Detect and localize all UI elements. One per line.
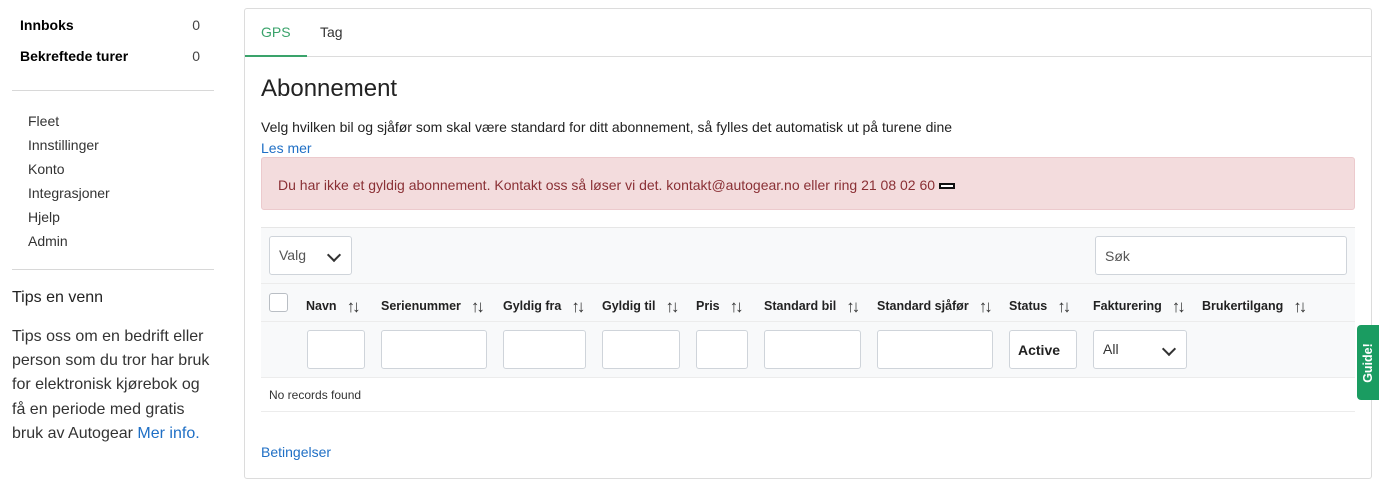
table-filter-row: All [261, 321, 1355, 377]
sort-icon[interactable]: ↑↓ [730, 297, 744, 317]
filter-valid-from-input[interactable] [503, 330, 586, 369]
guide-label: Guide! [1361, 342, 1375, 383]
sidebar-item-settings[interactable]: Innstillinger [28, 133, 110, 157]
sidebar-item-integrations[interactable]: Integrasjoner [28, 181, 110, 205]
sort-icon[interactable]: ↑↓ [347, 297, 361, 317]
column-header-price[interactable]: Pris ↑↓ [696, 295, 744, 317]
column-label: Serienummer [381, 299, 461, 313]
sidebar-nav: Fleet Innstillinger Konto Integrasjoner … [28, 109, 110, 253]
actions-select-value: Valg [279, 247, 306, 263]
column-label: Standard sjåfør [877, 299, 969, 313]
filter-serial-input[interactable] [381, 330, 487, 369]
chevron-down-icon [326, 247, 342, 263]
tips-text: Tips oss om en bedrift eller person som … [12, 325, 217, 446]
filter-default-car-input[interactable] [764, 330, 861, 369]
empty-message: No records found [261, 377, 1355, 412]
tab-gps[interactable]: GPS [245, 9, 307, 57]
tab-tag[interactable]: Tag [304, 9, 359, 57]
sort-icon[interactable]: ↑↓ [571, 297, 585, 317]
actions-select[interactable]: Valg [269, 236, 352, 275]
sort-icon[interactable]: ↑↓ [471, 297, 485, 317]
filter-billing-select[interactable]: All [1093, 330, 1187, 369]
tips-title: Tips en venn [12, 289, 104, 306]
sort-icon[interactable]: ↑↓ [1172, 297, 1186, 317]
column-label: Navn [306, 299, 337, 313]
counter-label: Innboks [20, 17, 74, 33]
filter-name-input[interactable] [307, 330, 365, 369]
sort-icon[interactable]: ↑↓ [1293, 297, 1307, 317]
column-header-default-car[interactable]: Standard bil ↑↓ [764, 295, 860, 317]
counter-value: 0 [192, 48, 200, 64]
sidebar-counter-confirmed-trips[interactable]: Bekreftede turer 0 [20, 48, 200, 64]
sort-icon[interactable]: ↑↓ [1057, 297, 1071, 317]
filter-default-driver-input[interactable] [877, 330, 993, 369]
subscription-card: GPS Tag Abonnement Velg hvilken bil og s… [244, 8, 1372, 479]
sidebar-item-help[interactable]: Hjelp [28, 205, 110, 229]
column-label: Brukertilgang [1202, 299, 1284, 313]
subscription-table: Valg Navn ↑↓ Serienummer ↑↓ Gyldig fra ↑↓ G… [261, 227, 1355, 412]
column-label: Status [1009, 299, 1048, 313]
select-all-checkbox[interactable] [269, 293, 288, 312]
tips-more-info-link[interactable]: Mer info. [137, 425, 199, 442]
column-header-user-access[interactable]: Brukertilgang ↑↓ [1202, 295, 1307, 317]
column-header-default-driver[interactable]: Standard sjåfør ↑↓ [877, 295, 993, 317]
search-input[interactable] [1095, 236, 1347, 275]
filter-status-input[interactable] [1009, 330, 1077, 369]
alert-text: Du har ikke et gyldig abonnement. Kontak… [278, 177, 936, 193]
sidebar-divider [12, 269, 214, 270]
terms-link[interactable]: Betingelser [261, 444, 331, 460]
column-header-valid-from[interactable]: Gyldig fra ↑↓ [503, 295, 585, 317]
page-title: Abonnement [261, 75, 398, 102]
sort-icon[interactable]: ↑↓ [846, 297, 860, 317]
sidebar-item-admin[interactable]: Admin [28, 229, 110, 253]
column-label: Gyldig til [602, 299, 656, 313]
sort-icon[interactable]: ↑↓ [979, 297, 993, 317]
counter-value: 0 [192, 17, 200, 33]
page-description: Velg hvilken bil og sjåfør som skal være… [261, 119, 953, 135]
sidebar-item-fleet[interactable]: Fleet [28, 109, 110, 133]
sort-icon[interactable]: ↑↓ [665, 297, 679, 317]
guide-button[interactable]: Guide! [1357, 325, 1379, 400]
table-header: Navn ↑↓ Serienummer ↑↓ Gyldig fra ↑↓ Gyldig… [261, 283, 1355, 321]
filter-valid-to-input[interactable] [602, 330, 680, 369]
column-header-status[interactable]: Status ↑↓ [1009, 295, 1071, 317]
filter-billing-value: All [1103, 341, 1119, 357]
column-label: Pris [696, 299, 720, 313]
sidebar-divider [12, 90, 214, 91]
chevron-down-icon [1161, 341, 1177, 357]
column-header-name[interactable]: Navn ↑↓ [306, 295, 361, 317]
column-header-valid-to[interactable]: Gyldig til ↑↓ [602, 295, 679, 317]
sidebar: Innboks 0 Bekreftede turer 0 Fleet Innst… [0, 0, 230, 494]
table-toolbar: Valg [261, 227, 1355, 283]
counter-label: Bekreftede turer [20, 48, 129, 64]
filter-price-input[interactable] [696, 330, 748, 369]
cursor-marker-icon [939, 183, 956, 190]
column-label: Gyldig fra [503, 299, 562, 313]
sidebar-item-account[interactable]: Konto [28, 157, 110, 181]
column-header-billing[interactable]: Fakturering ↑↓ [1093, 295, 1186, 317]
column-header-serial[interactable]: Serienummer ↑↓ [381, 295, 485, 317]
column-label: Standard bil [764, 299, 837, 313]
read-more-link[interactable]: Les mer [261, 140, 312, 156]
column-label: Fakturering [1093, 299, 1162, 313]
tab-bar: GPS Tag [245, 9, 1371, 57]
subscription-alert: Du har ikke et gyldig abonnement. Kontak… [261, 157, 1355, 210]
sidebar-counter-inbox[interactable]: Innboks 0 [20, 17, 200, 33]
